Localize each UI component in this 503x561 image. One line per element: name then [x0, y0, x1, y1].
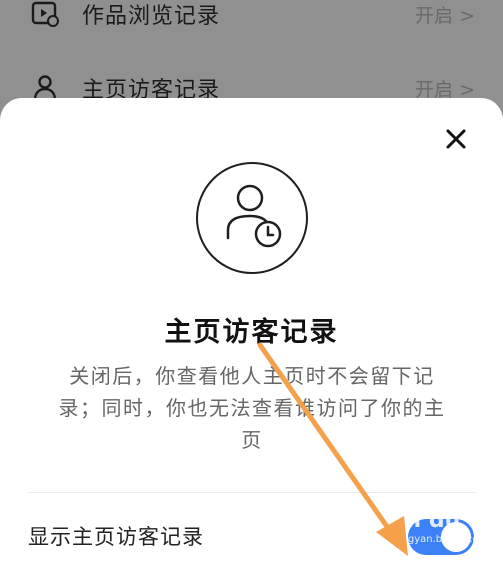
settings-row-work-history[interactable]: 作品浏览记录 开启 >: [0, 0, 503, 44]
show-visitor-record-label: 显示主页访客记录: [28, 525, 204, 549]
visitor-record-sheet: 主页访客记录 关闭后，你查看他人主页时不会留下记录；同时，你也无法查看谁访问了你…: [0, 98, 503, 561]
sheet-description: 关闭后，你查看他人主页时不会留下记录；同时，你也无法查看谁访问了你的主页: [58, 364, 446, 452]
settings-row-value: 开启 >: [415, 4, 475, 27]
settings-row-label: 作品浏览记录: [82, 4, 221, 29]
user-clock-icon: [196, 162, 308, 274]
divider: [28, 492, 475, 493]
chevron-right-icon: >: [459, 4, 475, 27]
sheet-title: 主页访客记录: [164, 317, 339, 348]
watermark-brand: Bai du: [382, 508, 461, 533]
close-icon[interactable]: [443, 126, 469, 152]
video-history-icon: [28, 0, 62, 31]
watermark-sub: jingyan.baidu.com: [396, 534, 489, 545]
baidu-watermark: Bai du jingyan.baidu.com: [382, 508, 488, 545]
